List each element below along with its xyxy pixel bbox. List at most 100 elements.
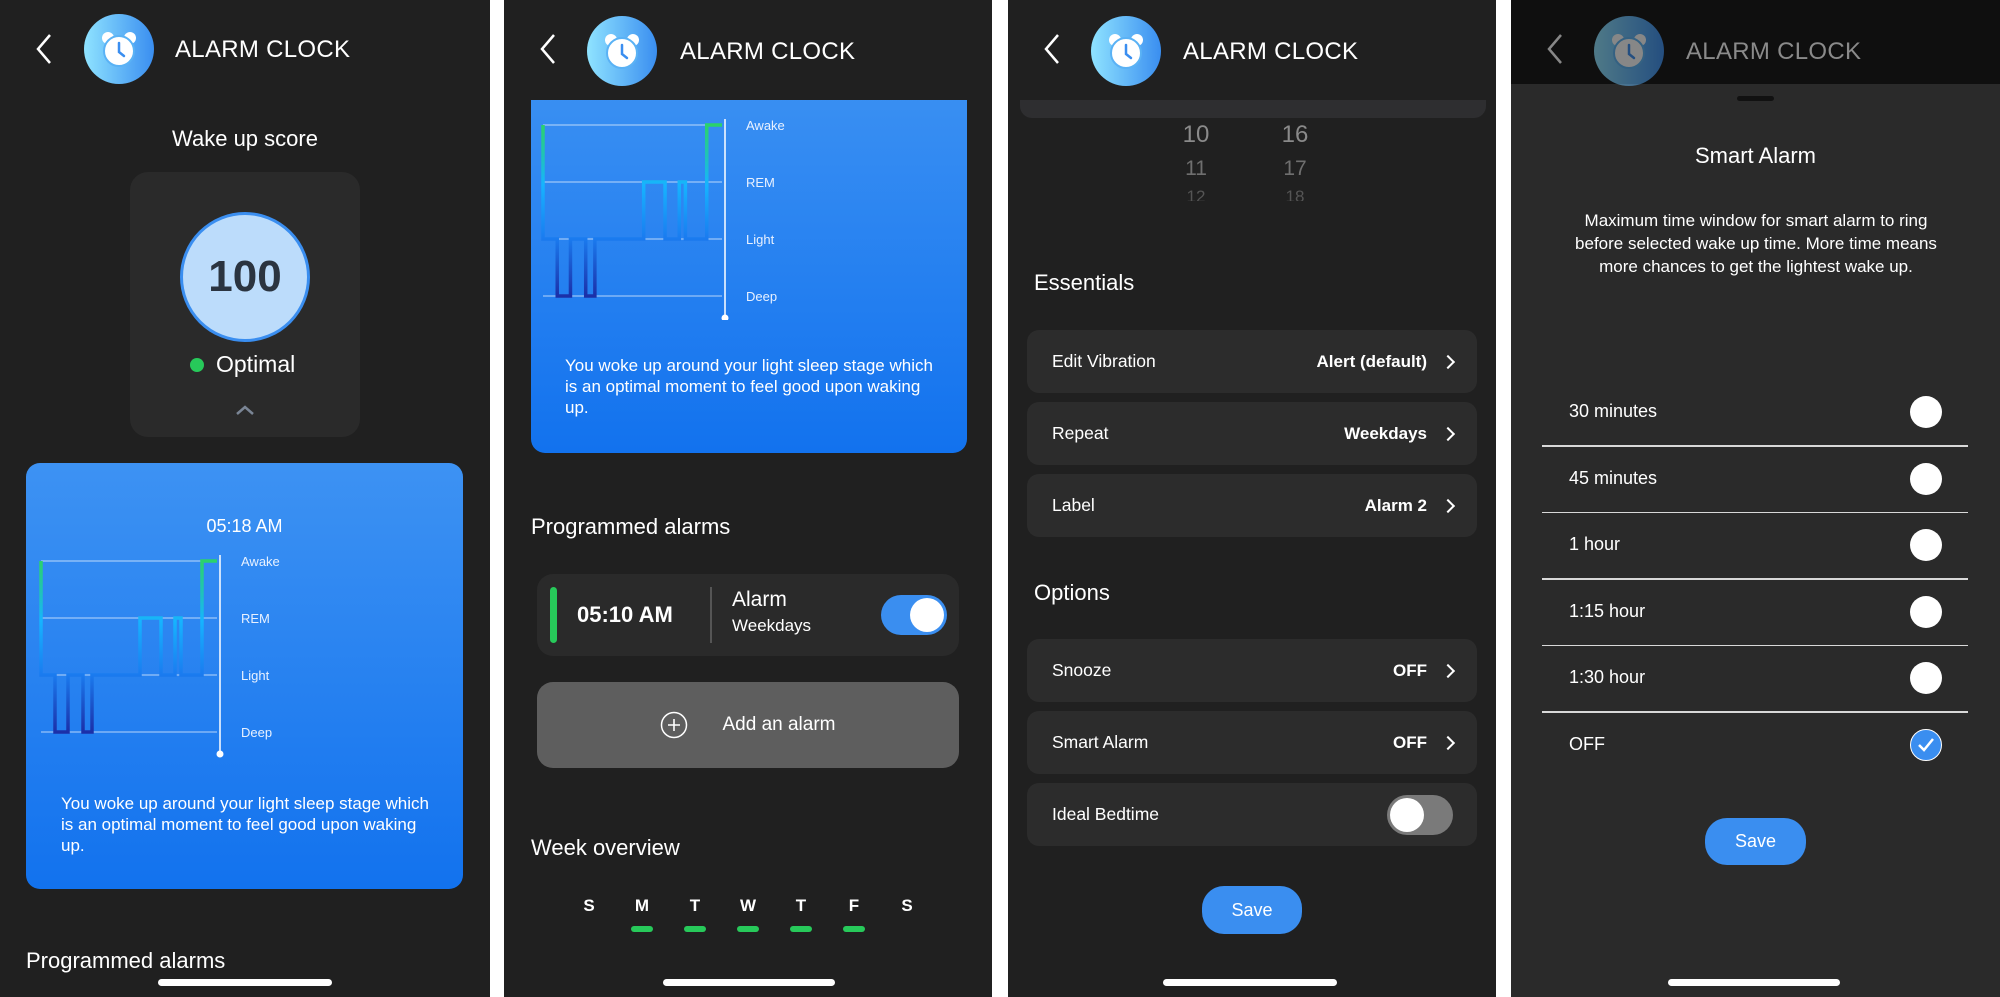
repeat-row[interactable]: Repeat Weekdays: [1027, 402, 1477, 465]
day-active-indicator: [737, 926, 759, 932]
home-indicator[interactable]: [1163, 979, 1337, 986]
row-value: OFF: [1393, 732, 1427, 752]
screen-alarms: Awake REM Light Deep You woke up around …: [504, 0, 992, 997]
hypnogram-line: [541, 123, 722, 298]
sheet-description: Maximum time window for smart alarm to r…: [1575, 211, 1937, 276]
status-dot: [190, 358, 204, 372]
save-button[interactable]: Save: [1705, 818, 1806, 865]
smart-alarm-row[interactable]: Smart Alarm OFF: [1027, 711, 1477, 774]
option-label[interactable]: 45 minutes: [1569, 468, 1657, 489]
alarm-time: 05:10 AM: [577, 602, 673, 627]
stage-label-awake: Awake: [241, 554, 280, 569]
row-value: Alert (default): [1316, 351, 1428, 371]
back-icon[interactable]: [534, 32, 564, 66]
divider: [710, 587, 712, 643]
sheet-title: Smart Alarm: [1694, 143, 1817, 168]
row-value: Weekdays: [1344, 423, 1427, 443]
stage-label-rem: REM: [746, 175, 775, 190]
back-icon[interactable]: [30, 32, 60, 66]
alarm-item[interactable]: 05:10 AM Alarm Weekdays: [537, 574, 959, 656]
add-alarm-label: Add an alarm: [722, 714, 836, 735]
save-button[interactable]: Save: [1202, 886, 1302, 934]
stage-label-deep: Deep: [746, 289, 778, 304]
stage-label-light: Light: [746, 232, 775, 247]
chevron-right-icon: [1440, 735, 1456, 750]
back-icon[interactable]: [1038, 32, 1068, 66]
screen-wake-score: ALARM CLOCK Wake up score 100 Optimal 05…: [0, 0, 490, 997]
day-active-indicator: [790, 926, 812, 932]
picker-hour[interactable]: 11: [1166, 157, 1226, 181]
picker-hour[interactable]: 10: [1166, 121, 1226, 149]
row-label: Snooze: [1052, 660, 1112, 680]
day-label: S: [583, 896, 595, 915]
option-label[interactable]: 1:15 hour: [1569, 601, 1645, 622]
hypnogram-line: [39, 559, 217, 734]
picker-hour[interactable]: 12: [1166, 187, 1226, 201]
option-label[interactable]: 1 hour: [1569, 534, 1620, 555]
day-active-indicator: [631, 926, 653, 932]
option-label[interactable]: 30 minutes: [1569, 401, 1657, 422]
divider: [1542, 445, 1968, 447]
score-value: 100: [180, 212, 310, 342]
radio-unchecked-icon[interactable]: [1910, 595, 1942, 628]
stage-label-awake: Awake: [746, 118, 785, 133]
day-label: T: [795, 896, 807, 915]
options-heading: Options: [1034, 580, 1110, 605]
picker-minute[interactable]: 17: [1265, 157, 1325, 181]
back-icon: [1547, 34, 1562, 64]
row-value: OFF: [1393, 660, 1427, 680]
alarm-label: Alarm: [732, 588, 787, 611]
edit-vibration-row[interactable]: Edit Vibration Alert (default): [1027, 330, 1477, 393]
day-label: S: [901, 896, 913, 915]
alarm-clock-icon: [587, 16, 657, 86]
axis-end-dot: [721, 314, 729, 320]
essentials-heading: Essentials: [1034, 270, 1135, 295]
ideal-bedtime-row: Ideal Bedtime: [1027, 783, 1477, 846]
option-label[interactable]: OFF: [1569, 734, 1605, 755]
radio-unchecked-icon[interactable]: [1910, 462, 1942, 495]
header: ALARM CLOCK: [504, 0, 992, 100]
home-indicator[interactable]: [158, 979, 332, 986]
day-active-indicator: [684, 926, 706, 932]
option-label[interactable]: 1:30 hour: [1569, 667, 1645, 688]
axis-end-dot: [216, 750, 224, 758]
radio-unchecked-icon[interactable]: [1910, 529, 1942, 562]
add-alarm-button[interactable]: Add an alarm: [537, 682, 959, 768]
stage-label-rem: REM: [241, 611, 270, 626]
app-title: ALARM CLOCK: [1686, 38, 1862, 65]
radio-unchecked-icon[interactable]: [1910, 662, 1942, 695]
app-title: ALARM CLOCK: [680, 38, 856, 65]
chevron-right-icon: [1440, 354, 1456, 369]
header: ALARM CLOCK: [1008, 0, 1496, 100]
screen-smart-alarm-sheet: ALARM CLOCK Smart Alarm Maximum time win…: [1511, 0, 2000, 997]
ideal-bedtime-toggle[interactable]: [1387, 794, 1453, 835]
chevron-right-icon: [1440, 498, 1456, 513]
radio-checked-icon[interactable]: [1910, 729, 1942, 761]
divider: [1542, 644, 1968, 647]
chevron-up-icon[interactable]: [235, 404, 255, 416]
day-label: M: [634, 896, 650, 915]
screen-edit-alarm: 10 16 11 17 12 18 ALARM CLOCK Essentials…: [1008, 0, 1496, 997]
home-indicator[interactable]: [663, 979, 835, 986]
week-overview-heading: Week overview: [531, 835, 680, 860]
dimmed-header: ALARM CLOCK: [1511, 0, 2000, 86]
score-title: Wake up score: [172, 126, 318, 151]
sleep-card: Awake REM Light Deep You woke up around …: [531, 60, 967, 453]
picker-minute[interactable]: 16: [1265, 121, 1325, 149]
sheet-handle[interactable]: [1737, 96, 1774, 101]
home-indicator[interactable]: [1668, 979, 1840, 986]
day-active-indicator: [843, 926, 865, 932]
stage-label-deep: Deep: [241, 725, 273, 740]
alarm-repeat: Weekdays: [732, 616, 812, 635]
picker-minute[interactable]: 18: [1265, 187, 1325, 201]
snooze-row[interactable]: Snooze OFF: [1027, 639, 1477, 702]
app-title: ALARM CLOCK: [1183, 38, 1359, 65]
score-card[interactable]: 100 Optimal: [130, 172, 360, 437]
radio-unchecked-icon[interactable]: [1910, 396, 1942, 428]
alarm-clock-icon: [1091, 16, 1161, 86]
status-label: Optimal: [216, 351, 296, 377]
alarm-toggle[interactable]: [881, 595, 947, 635]
label-row[interactable]: Label Alarm 2: [1027, 474, 1477, 537]
sleep-card: 05:18 AM Awake REM Light Deep You woke u…: [26, 463, 463, 889]
programmed-alarms-heading: Programmed alarms: [531, 514, 731, 539]
